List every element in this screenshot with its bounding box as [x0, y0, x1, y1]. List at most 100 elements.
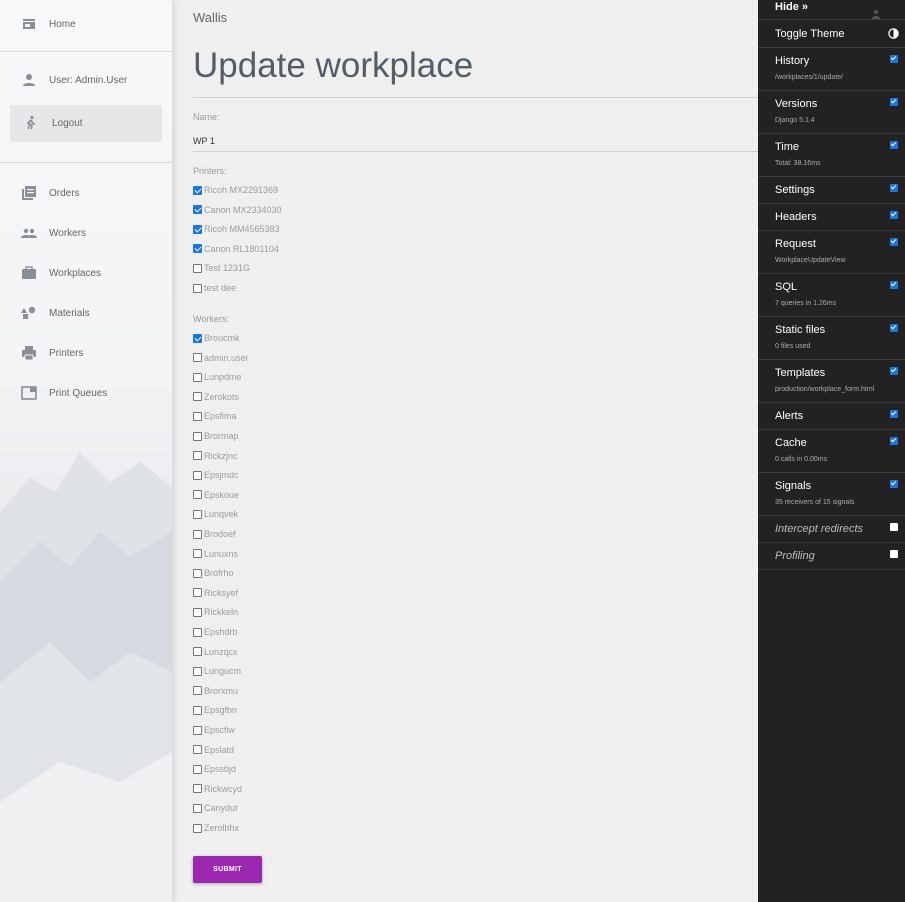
worker-checkbox-row[interactable]: Epssbjd [193, 762, 236, 776]
debug-panel-toggle-checkbox[interactable] [890, 55, 898, 63]
sidebar-item-home[interactable]: Home [0, 4, 172, 44]
debug-panel-toggle-checkbox[interactable] [890, 437, 898, 445]
sidebar-item-printers[interactable]: Printers [0, 333, 172, 373]
printer-checkbox-row[interactable]: Test 1231G [193, 261, 250, 275]
worker-checkbox-row[interactable]: Broucmk [193, 331, 240, 345]
worker-checkbox[interactable] [193, 529, 202, 539]
debug-panel-static-files[interactable]: Static files 0 files used [758, 318, 905, 360]
sidebar-item-user[interactable]: User: Admin.User [0, 60, 172, 100]
worker-checkbox-row[interactable]: Epshdrb [193, 625, 238, 639]
worker-checkbox[interactable] [193, 451, 202, 461]
debug-panel-intercept-redirects[interactable]: Intercept redirects [758, 517, 905, 543]
debug-panel-signals[interactable]: Signals 35 receivers of 15 signals [758, 474, 905, 516]
worker-checkbox-row[interactable]: Lunuxns [193, 547, 238, 561]
worker-checkbox-row[interactable]: admin.user [193, 351, 249, 365]
worker-checkbox[interactable] [193, 764, 202, 774]
printer-checkbox-row[interactable]: test dee [193, 281, 236, 295]
debug-panel-toggle-checkbox[interactable] [890, 98, 898, 106]
debug-panel-toggle-checkbox[interactable] [890, 211, 898, 219]
worker-checkbox[interactable] [193, 803, 202, 813]
worker-checkbox[interactable] [193, 705, 202, 715]
debug-panel-toggle-checkbox[interactable] [890, 550, 898, 558]
sidebar-item-print-queues[interactable]: Print Queues [0, 373, 172, 413]
worker-checkbox-row[interactable]: Brofrho [193, 566, 234, 580]
worker-checkbox[interactable] [193, 725, 202, 735]
worker-checkbox[interactable] [193, 784, 202, 794]
debug-panel-templates[interactable]: Templates production/workplace_form.html [758, 361, 905, 403]
worker-checkbox-row[interactable]: Zerokots [193, 390, 239, 404]
worker-checkbox-row[interactable]: Epsgfbn [193, 703, 237, 717]
worker-checkbox[interactable] [193, 392, 202, 402]
worker-checkbox[interactable] [193, 490, 202, 500]
printer-checkbox[interactable] [193, 263, 202, 273]
debug-panel-sql[interactable]: SQL 7 queries in 1.26ms [758, 275, 905, 317]
debug-panel-toggle-checkbox[interactable] [890, 367, 898, 375]
debug-panel-alerts[interactable]: Alerts [758, 404, 905, 430]
printer-checkbox-row[interactable]: Ricoh MM4565383 [193, 222, 280, 236]
debug-panel-settings[interactable]: Settings [758, 178, 905, 204]
toggle-theme-button[interactable]: Toggle Theme [758, 21, 905, 48]
debug-panel-toggle-checkbox[interactable] [890, 480, 898, 488]
worker-checkbox-row[interactable]: Lunzqcx [193, 645, 238, 659]
worker-checkbox-row[interactable]: Epskoue [193, 488, 239, 502]
worker-checkbox-row[interactable]: Zerolbhx [193, 821, 239, 835]
worker-checkbox[interactable] [193, 686, 202, 696]
debug-panel-time[interactable]: Time Total: 38.16ms [758, 135, 905, 177]
sidebar-item-orders[interactable]: Orders [0, 173, 172, 213]
debug-panel-toggle-checkbox[interactable] [890, 410, 898, 418]
hide-toolbar-button[interactable]: Hide » [758, 0, 905, 20]
worker-checkbox[interactable] [193, 372, 202, 382]
worker-checkbox-row[interactable]: Rickwcyd [193, 782, 242, 796]
worker-checkbox-row[interactable]: Epsfima [193, 409, 237, 423]
debug-panel-request[interactable]: Request WorkplaceUpdateView [758, 232, 905, 274]
worker-checkbox[interactable] [193, 588, 202, 598]
worker-checkbox[interactable] [193, 823, 202, 833]
submit-button[interactable]: SUBMIT [193, 856, 262, 883]
debug-panel-cache[interactable]: Cache 0 calls in 0.00ms [758, 431, 905, 473]
printer-checkbox[interactable] [193, 283, 202, 293]
debug-panel-versions[interactable]: Versions Django 5.1.4 [758, 92, 905, 134]
printer-checkbox[interactable] [193, 224, 202, 234]
worker-checkbox[interactable] [193, 431, 202, 441]
worker-checkbox-row[interactable]: Canydut [193, 801, 238, 815]
printer-checkbox-row[interactable]: Canon MX2334030 [193, 203, 282, 217]
worker-checkbox-row[interactable]: Rickzjnc [193, 449, 238, 463]
worker-checkbox-row[interactable]: Epsjmdc [193, 468, 239, 482]
debug-panel-toggle-checkbox[interactable] [890, 141, 898, 149]
worker-checkbox[interactable] [193, 568, 202, 578]
worker-checkbox-row[interactable]: Lunqvek [193, 507, 238, 521]
debug-panel-headers[interactable]: Headers [758, 205, 905, 231]
name-field[interactable]: WP 1 [193, 136, 215, 146]
debug-panel-toggle-checkbox[interactable] [890, 184, 898, 192]
debug-panel-profiling[interactable]: Profiling [758, 544, 905, 570]
worker-checkbox[interactable] [193, 666, 202, 676]
sidebar-item-workplaces[interactable]: Workplaces [0, 253, 172, 293]
worker-checkbox-row[interactable]: Brodoef [193, 527, 236, 541]
debug-panel-toggle-checkbox[interactable] [890, 523, 898, 531]
sidebar-item-workers[interactable]: Workers [0, 213, 172, 253]
printer-checkbox-row[interactable]: Canon RL1801104 [193, 242, 279, 256]
worker-checkbox[interactable] [193, 333, 202, 343]
worker-checkbox-row[interactable]: Lungucm [193, 664, 241, 678]
debug-panel-toggle-checkbox[interactable] [890, 324, 898, 332]
debug-panel-toggle-checkbox[interactable] [890, 238, 898, 246]
worker-checkbox[interactable] [193, 470, 202, 480]
debug-panel-history[interactable]: History/workplaces/1/update/ [758, 49, 905, 91]
worker-checkbox[interactable] [193, 647, 202, 657]
printer-checkbox[interactable] [193, 244, 202, 254]
worker-checkbox[interactable] [193, 627, 202, 637]
worker-checkbox[interactable] [193, 353, 202, 363]
printer-checkbox[interactable] [193, 185, 202, 195]
worker-checkbox-row[interactable]: Brormap [193, 429, 239, 443]
debug-panel-toggle-checkbox[interactable] [890, 281, 898, 289]
worker-checkbox[interactable] [193, 549, 202, 559]
printer-checkbox[interactable] [193, 205, 202, 215]
worker-checkbox[interactable] [193, 509, 202, 519]
worker-checkbox-row[interactable]: Epscfiw [193, 723, 235, 737]
worker-checkbox-row[interactable]: Ricksyef [193, 586, 238, 600]
worker-checkbox[interactable] [193, 745, 202, 755]
sidebar-item-materials[interactable]: Materials [0, 293, 172, 333]
worker-checkbox[interactable] [193, 607, 202, 617]
worker-checkbox-row[interactable]: Epslatd [193, 743, 234, 757]
worker-checkbox-row[interactable]: Lunpdme [193, 370, 242, 384]
